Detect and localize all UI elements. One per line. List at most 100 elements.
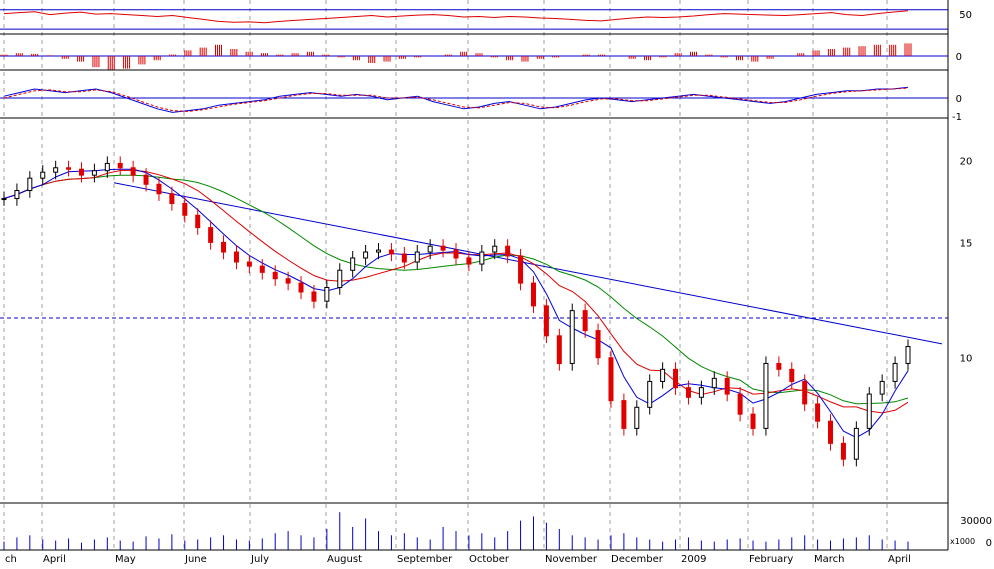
candle-body — [556, 335, 562, 364]
candle-body — [285, 278, 291, 284]
candle-body — [789, 368, 795, 382]
candle-body — [1, 198, 7, 201]
candle-body — [350, 257, 356, 271]
month-gridlines — [3, 0, 888, 550]
axis-tick-labels: ch April May June July August September October… — [5, 10, 992, 565]
candle-body — [27, 177, 33, 192]
x-tick-label: 2009 — [681, 554, 706, 565]
candle-body — [879, 380, 885, 395]
candle-body — [324, 287, 330, 302]
price-panel — [0, 156, 948, 467]
candle-body — [685, 387, 691, 398]
candle-body — [698, 387, 704, 398]
candle-body — [233, 251, 239, 263]
x-tick-label: April — [888, 554, 911, 565]
candle-body — [776, 362, 782, 370]
candle-body — [208, 227, 214, 243]
x-tick-label: April — [43, 554, 66, 565]
candle-body — [660, 368, 666, 382]
rsi-line — [3, 10, 909, 24]
candle-body — [130, 167, 136, 176]
candle-body — [582, 310, 588, 332]
candle-body — [78, 168, 84, 176]
rsi-panel — [0, 9, 948, 30]
candle-body — [905, 346, 911, 364]
candle-body — [492, 245, 498, 253]
candle-body — [828, 420, 834, 444]
candle-body — [91, 170, 97, 176]
candle-body — [66, 167, 72, 170]
candle-body — [272, 271, 278, 280]
candle-body — [14, 190, 20, 200]
candle-body — [195, 214, 201, 229]
candle-body — [543, 305, 549, 337]
candle-body — [815, 403, 821, 422]
osc-tick-label: 0 — [956, 94, 962, 105]
candle-body — [414, 251, 420, 263]
candle-body — [673, 368, 679, 389]
candle-body — [440, 245, 446, 251]
candle-body — [104, 162, 110, 172]
candle-body — [169, 193, 175, 204]
ma-short-line — [3, 168, 909, 439]
volume-tick-label: 30000 — [960, 516, 992, 527]
ma-mid-line — [3, 169, 909, 414]
x-tick-label: ch — [5, 554, 17, 565]
candle-body — [363, 251, 369, 259]
price-tick-label: 20 — [960, 157, 973, 168]
x-tick-label: May — [115, 554, 136, 565]
x-tick-label: February — [749, 554, 793, 565]
osc-tick-label: -1 — [952, 112, 962, 123]
x-tick-label: November — [545, 554, 598, 565]
candle-body — [763, 362, 769, 429]
volume-tick-label: 0 — [986, 538, 992, 549]
macd-tick-label: 0 — [956, 52, 962, 63]
candle-body — [724, 377, 730, 395]
candle-body — [182, 202, 188, 216]
x-tick-label: September — [397, 554, 453, 565]
candle-body — [479, 251, 485, 265]
candle-body — [621, 400, 627, 429]
x-tick-label: December — [611, 554, 664, 565]
candle-body — [853, 427, 859, 460]
x-tick-label: March — [814, 554, 844, 565]
candle-body — [259, 265, 265, 273]
rsi-tick-label: 50 — [959, 10, 972, 21]
candle-body — [376, 249, 382, 253]
candle-body — [892, 362, 898, 382]
candle-body — [711, 377, 717, 389]
candle-body — [117, 162, 123, 169]
candle-body — [608, 357, 614, 402]
volume-unit-label: x1000 — [950, 537, 975, 546]
candle-body — [518, 255, 524, 284]
candle-body — [750, 413, 756, 429]
candle-body — [569, 310, 575, 364]
candle-body — [634, 406, 640, 429]
candle-body — [453, 249, 459, 259]
candle-body — [221, 241, 227, 253]
candle-body — [737, 393, 743, 415]
candle-body — [156, 183, 162, 195]
x-tick-label: July — [250, 554, 269, 565]
candle-body — [866, 393, 872, 429]
x-tick-label: June — [184, 554, 207, 565]
price-tick-label: 10 — [960, 354, 973, 365]
candle-body — [530, 282, 536, 307]
ma-long-line — [3, 174, 909, 405]
macd-histogram-panel — [0, 43, 948, 70]
candle-body — [337, 269, 343, 289]
osc-line — [3, 86, 909, 113]
candle-body — [53, 167, 59, 173]
candle-body — [505, 245, 511, 257]
candle-body — [595, 330, 601, 359]
candle-body — [143, 174, 149, 185]
candle-body — [647, 380, 653, 408]
x-tick-label: August — [327, 554, 362, 565]
price-trendline — [113, 182, 943, 345]
candle-body — [40, 171, 46, 179]
candle-body — [401, 253, 407, 263]
candle-body — [246, 261, 252, 267]
candle-body — [388, 249, 394, 255]
oscillator-panel — [0, 86, 948, 113]
candle-body — [298, 282, 304, 293]
